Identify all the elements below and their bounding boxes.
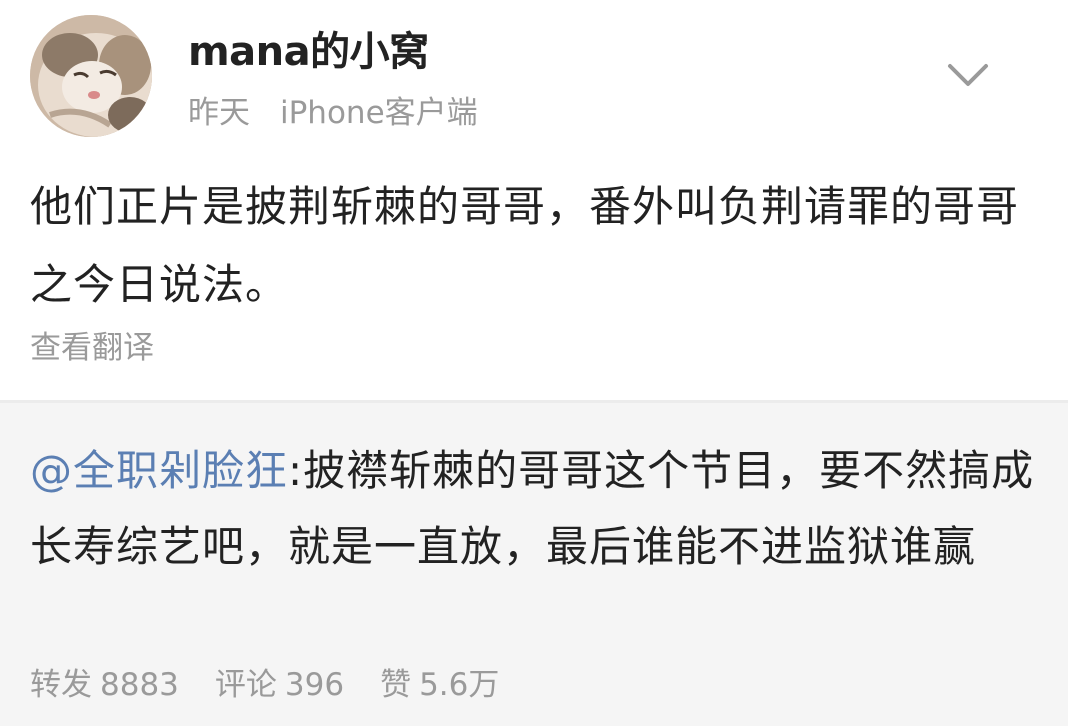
post-header: mana的小窝 昨天 iPhone客户端 (0, 0, 1068, 150)
like-label: 赞 (380, 667, 412, 703)
weibo-post: mana的小窝 昨天 iPhone客户端 他们正片是披荆斩棘的哥哥，番外叫负荆请罪… (0, 0, 1068, 726)
forward-stat[interactable]: 转发 8883 (30, 667, 179, 703)
user-avatar[interactable] (30, 15, 152, 137)
comment-stat[interactable]: 评论 396 (215, 667, 344, 703)
cat-avatar-image (30, 15, 152, 137)
post-meta: 昨天 iPhone客户端 (188, 94, 478, 132)
chevron-down-icon[interactable] (946, 56, 990, 92)
username[interactable]: mana的小窝 (188, 28, 429, 76)
like-count: 5.6万 (419, 667, 500, 703)
post-text: 他们正片是披荆斩棘的哥哥，番外叫负荆请罪的哥哥之今日说法。 (30, 182, 1020, 309)
like-stat[interactable]: 赞 5.6万 (380, 667, 499, 703)
forward-count: 8883 (100, 667, 179, 703)
repost-stats: 转发 8883 评论 396 赞 5.6万 (30, 665, 535, 705)
post-source[interactable]: iPhone客户端 (280, 95, 478, 131)
post-time: 昨天 (188, 95, 250, 131)
comment-count: 396 (284, 667, 345, 703)
reposted-content[interactable]: @全职剁脸狂:披襟斩棘的哥哥这个节目，要不然搞成长寿综艺吧，就是一直放，最后谁能… (0, 403, 1068, 726)
translate-link[interactable]: 查看翻译 (30, 328, 154, 368)
repost-text-block: @全职剁脸狂:披襟斩棘的哥哥这个节目，要不然搞成长寿综艺吧，就是一直放，最后谁能… (30, 433, 1038, 585)
forward-label: 转发 (30, 667, 92, 703)
repost-mention-link[interactable]: @全职剁脸狂 (30, 446, 288, 495)
comment-label: 评论 (214, 667, 277, 703)
